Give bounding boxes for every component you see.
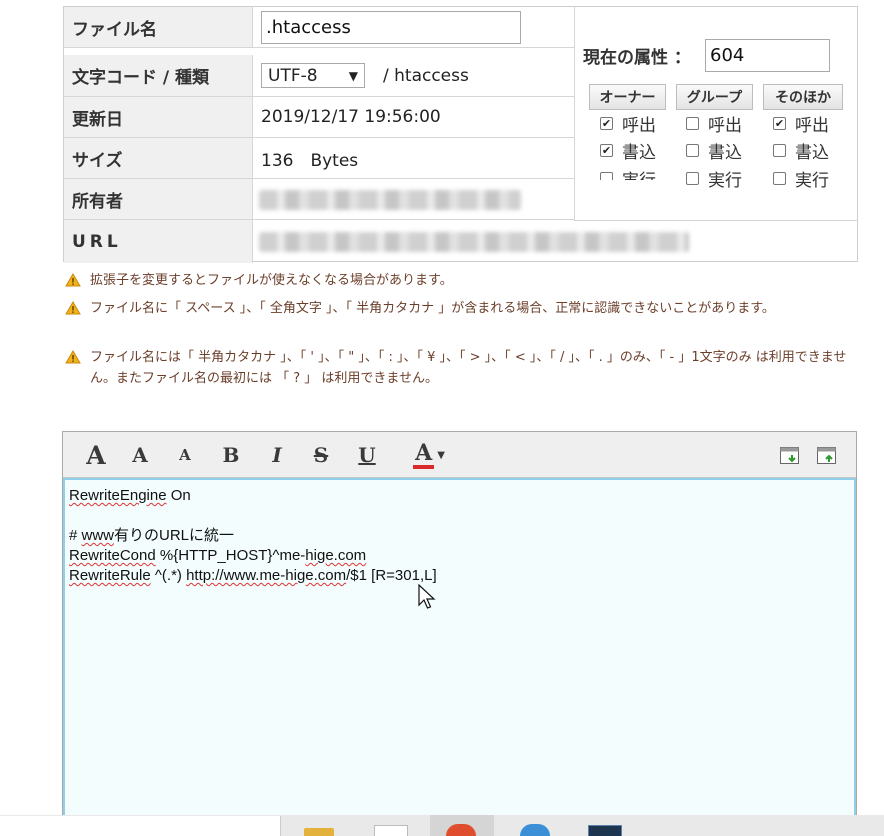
code-line: RewriteRule ^(.*) http://www.me-hige.com… (69, 567, 437, 584)
url-value-blurred (259, 232, 689, 252)
edge-icon[interactable] (520, 824, 550, 836)
owner-exec-checkbox[interactable]: 実行 (600, 167, 670, 180)
dropdown-arrow-icon: ▼ (348, 68, 358, 83)
checkbox-unchecked-icon (686, 116, 699, 130)
checkbox-unchecked-icon (773, 143, 786, 157)
warning-message: 拡張子を変更するとファイルが使えなくなる場合があります。 (65, 270, 855, 291)
size-value: 136 Bytes (261, 150, 359, 171)
owner-read-checkbox[interactable]: ✔ 呼出 (600, 112, 656, 136)
font-color-bar (413, 465, 435, 469)
font-size-small-button[interactable]: A (175, 440, 195, 470)
warning-message: ファイル名に「 スペース 」、「 全角文字 」、「 半角カタカナ 」が含まれる場… (65, 298, 855, 319)
italic-button[interactable]: I (267, 440, 287, 470)
filename-label: ファイル名 (64, 7, 253, 47)
editor-toolbar: A A A B I S U A ▼ (63, 432, 856, 478)
other-group-button[interactable]: そのほか (763, 84, 843, 110)
font-size-large-button[interactable]: A (83, 440, 109, 470)
file-info-table: ファイル名 .htaccess 文字コード / 種類 UTF-8 ▼ / hta… (63, 6, 858, 263)
warning-message: ファイル名には「 半角カタカナ 」、「 ' 」、「 " 」、「 : 」、「 ¥ … (65, 347, 855, 389)
permissions-title: 現在の属性 ： (583, 48, 691, 68)
other-read-checkbox[interactable]: ✔ 呼出 (773, 112, 829, 136)
folder-icon[interactable] (304, 828, 334, 836)
filename-input[interactable]: .htaccess (261, 10, 521, 44)
warning-icon (65, 301, 81, 315)
updated-value: 2019/12/17 19:56:00 (261, 107, 441, 127)
checkbox-unchecked-icon (686, 171, 699, 185)
upload-icon[interactable] (816, 445, 838, 467)
warning-icon (65, 273, 81, 287)
strikethrough-button[interactable]: S (309, 440, 333, 470)
group-write-checkbox[interactable]: 書込 (686, 139, 742, 163)
checkbox-unchecked-icon (686, 143, 699, 157)
code-editor-textarea[interactable]: RewriteEngine On # www有りのURLに統一 RewriteC… (63, 478, 856, 830)
group-group-button[interactable]: グループ (676, 84, 753, 110)
url-label: URL (64, 220, 253, 263)
font-size-medium-button[interactable]: A (129, 440, 151, 470)
group-read-checkbox[interactable]: 呼出 (686, 112, 742, 136)
charset-select[interactable]: UTF-8 ▼ (261, 63, 365, 88)
updated-row: 更新日 2019/12/17 19:56:00 (64, 97, 574, 138)
bold-button[interactable]: B (219, 440, 243, 470)
download-icon[interactable] (779, 445, 801, 467)
updated-label: 更新日 (64, 97, 253, 137)
owner-label: 所有者 (64, 179, 253, 219)
code-line: # www有りのURLに統一 (69, 527, 235, 544)
checkbox-checked-icon: ✔ (600, 116, 613, 130)
app-icon[interactable] (374, 825, 408, 836)
permissions-panel: 現在の属性 ： 604 オーナー グループ そのほか ✔呼出 ✔書込 実行 呼出… (574, 7, 858, 221)
taskbar (0, 815, 884, 836)
owner-value-blurred (259, 190, 521, 210)
checkbox-unchecked-icon (773, 171, 786, 185)
mouse-cursor-icon (418, 584, 436, 609)
code-line: RewriteEngine On (69, 487, 191, 504)
dropdown-arrow-icon: ▼ (437, 449, 445, 461)
checkbox-checked-icon: ✔ (773, 116, 786, 130)
file-type-text: / htaccess (383, 65, 469, 86)
group-exec-checkbox[interactable]: 実行 (686, 167, 742, 191)
other-write-checkbox[interactable]: 書込 (773, 139, 829, 163)
code-line: RewriteCond %{HTTP_HOST}^me-hige.com (69, 547, 367, 564)
underline-button[interactable]: U (355, 440, 379, 470)
permissions-input[interactable]: 604 (705, 39, 830, 72)
owner-row: 所有者 (64, 179, 574, 220)
other-exec-checkbox[interactable]: 実行 (773, 167, 829, 191)
charset-row: 文字コード / 種類 UTF-8 ▼ / htaccess (64, 55, 574, 97)
filename-row: ファイル名 .htaccess (64, 7, 574, 48)
size-label: サイズ (64, 138, 253, 178)
url-row: URL (64, 220, 858, 263)
warning-icon (65, 350, 81, 364)
taskbar-search-box[interactable] (0, 816, 281, 836)
file-editor: A A A B I S U A ▼ RewriteEngine On # www… (62, 431, 857, 831)
owner-write-checkbox[interactable]: ✔ 書込 (600, 139, 656, 163)
charset-select-value: UTF-8 (268, 65, 318, 86)
owner-group-button[interactable]: オーナー (589, 84, 666, 110)
terminal-icon[interactable] (588, 825, 622, 836)
checkbox-checked-icon: ✔ (600, 143, 613, 157)
size-row: サイズ 136 Bytes (64, 138, 574, 179)
browser-icon[interactable] (446, 824, 476, 836)
checkbox-unchecked-icon (600, 171, 613, 180)
font-color-button[interactable]: A ▼ (409, 440, 451, 470)
charset-label: 文字コード / 種類 (64, 55, 253, 96)
